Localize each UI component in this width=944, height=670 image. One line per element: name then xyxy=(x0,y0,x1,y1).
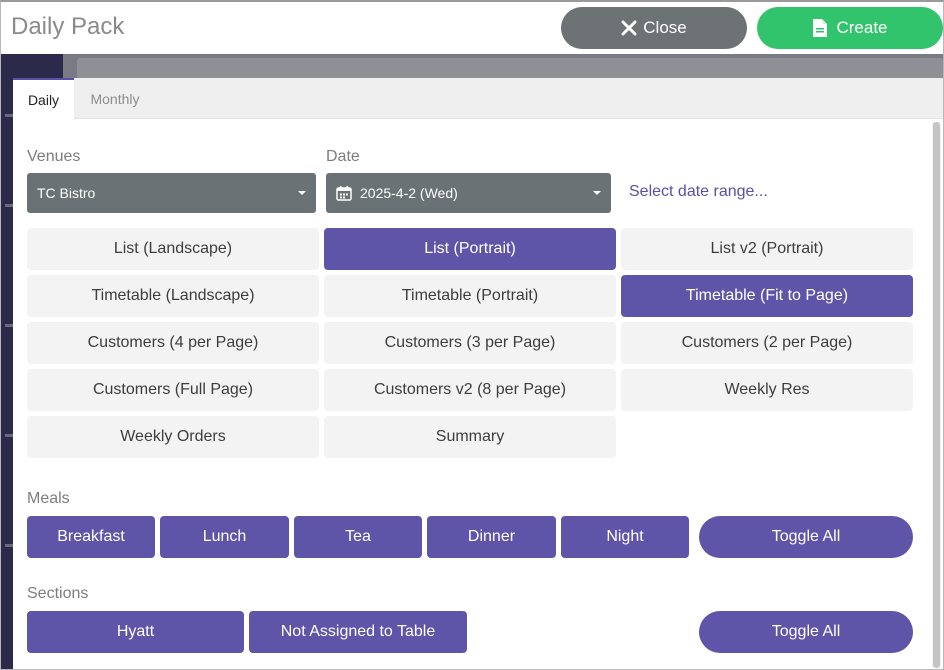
close-button[interactable]: Close xyxy=(561,7,747,49)
create-button[interactable]: Create xyxy=(757,7,943,49)
daily-pack-modal: Daily Monthly Venues TC Bistro Date 2025… xyxy=(13,78,943,669)
daily-pack-window: Daily Pack Close Create Daily Monthly Ve… xyxy=(0,0,944,670)
section-button-not-assigned[interactable]: Not Assigned to Table xyxy=(249,611,467,653)
meal-button[interactable]: Breakfast xyxy=(27,516,155,558)
report-type-button[interactable]: Customers (Full Page) xyxy=(27,369,319,411)
tab-monthly[interactable]: Monthly xyxy=(74,78,156,119)
report-type-button[interactable]: List (Landscape) xyxy=(27,228,319,270)
modal-scrollbar[interactable] xyxy=(932,122,941,668)
date-select-value: 2025-4-2 (Wed) xyxy=(360,185,458,201)
meals-toggle-all-button[interactable]: Toggle All xyxy=(699,516,913,558)
caret-down-icon xyxy=(298,191,306,195)
report-type-button[interactable]: Timetable (Landscape) xyxy=(27,275,319,317)
caret-down-icon xyxy=(593,191,601,195)
report-type-button[interactable]: Customers (2 per Page) xyxy=(621,322,913,364)
tab-daily[interactable]: Daily xyxy=(13,78,74,119)
report-type-button[interactable]: Timetable (Portrait) xyxy=(324,275,616,317)
venue-select-value: TC Bistro xyxy=(37,185,96,201)
close-x-icon xyxy=(621,20,637,36)
close-button-label: Close xyxy=(643,18,687,37)
scrollbar-thumb[interactable] xyxy=(933,122,940,668)
report-type-button[interactable]: Customers v2 (8 per Page) xyxy=(324,369,616,411)
report-type-button[interactable]: Customers (4 per Page) xyxy=(27,322,319,364)
select-date-range-link[interactable]: Select date range... xyxy=(629,183,768,201)
meal-button[interactable]: Dinner xyxy=(427,516,556,558)
report-type-button[interactable]: Timetable (Fit to Page) xyxy=(621,275,913,317)
report-type-button[interactable]: List (Portrait) xyxy=(324,228,616,270)
section-button-hyatt[interactable]: Hyatt xyxy=(27,611,244,653)
create-button-label: Create xyxy=(836,18,888,37)
report-tabs: Daily Monthly xyxy=(13,78,943,119)
venue-select[interactable]: TC Bistro xyxy=(27,173,316,213)
meal-button[interactable]: Night xyxy=(561,516,689,558)
date-label: Date xyxy=(326,148,360,165)
sections-toggle-all-button[interactable]: Toggle All xyxy=(699,611,913,653)
meal-button[interactable]: Lunch xyxy=(160,516,289,558)
document-icon xyxy=(813,19,828,37)
header-bar: Daily Pack Close Create xyxy=(1,2,943,54)
meals-label: Meals xyxy=(27,490,70,507)
report-type-button[interactable]: Weekly Res xyxy=(621,369,913,411)
report-type-button[interactable]: Customers (3 per Page) xyxy=(324,322,616,364)
date-select[interactable]: 2025-4-2 (Wed) xyxy=(326,173,611,213)
sections-label: Sections xyxy=(27,585,89,602)
page-title: Daily Pack xyxy=(11,13,125,40)
meal-button[interactable]: Tea xyxy=(294,516,422,558)
report-type-button[interactable]: Weekly Orders xyxy=(27,416,319,458)
calendar-icon xyxy=(336,186,352,201)
venues-label: Venues xyxy=(27,148,81,165)
report-type-button[interactable]: List v2 (Portrait) xyxy=(621,228,913,270)
report-type-button[interactable]: Summary xyxy=(324,416,616,458)
